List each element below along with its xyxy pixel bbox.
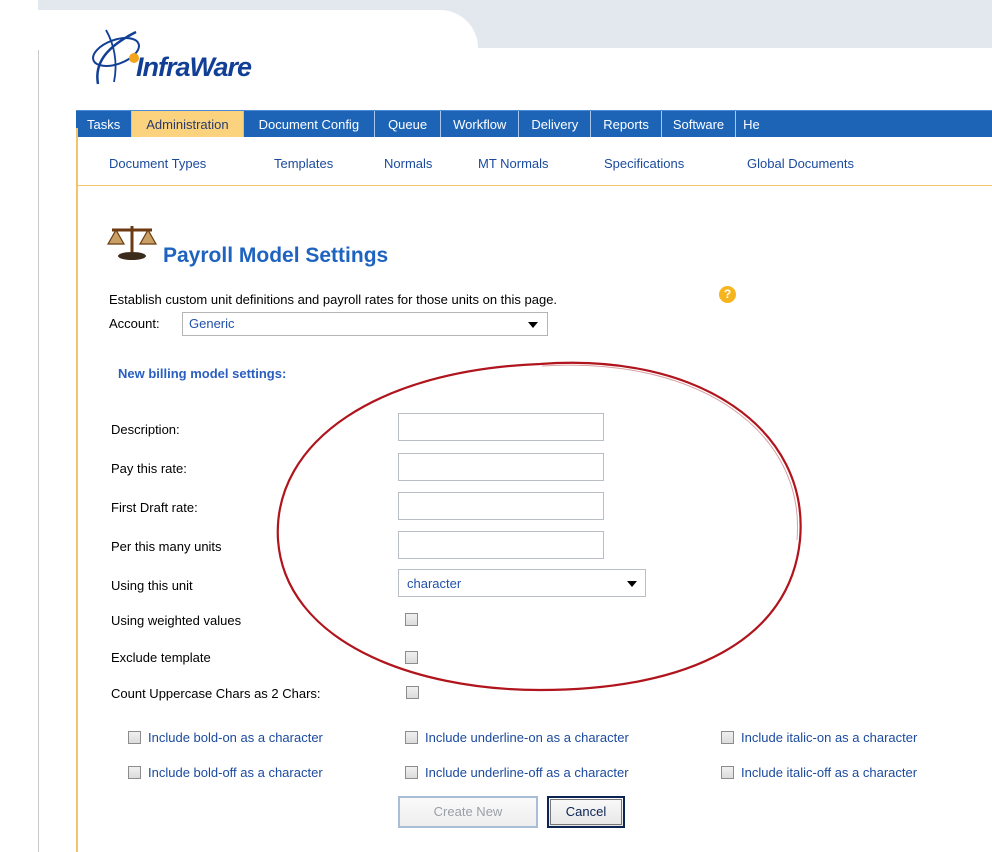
page: InfraWare Tasks Administration Document … [0, 0, 992, 852]
content-border [76, 128, 78, 852]
chevron-down-icon [627, 581, 637, 587]
pay-rate-input[interactable] [398, 453, 604, 481]
main-nav: Tasks Administration Document Config Que… [76, 110, 992, 138]
include-italic-on-label[interactable]: Include italic-on as a character [741, 730, 917, 745]
chevron-down-icon [528, 322, 538, 328]
tab-queue[interactable]: Queue [375, 111, 442, 138]
tab-reports[interactable]: Reports [591, 111, 662, 138]
cancel-button[interactable]: Cancel [547, 796, 625, 828]
pay-rate-label: Pay this rate: [111, 461, 187, 476]
include-underline-on-checkbox[interactable] [405, 731, 418, 744]
section-heading: New billing model settings: [118, 366, 287, 381]
infraware-logo[interactable]: InfraWare [84, 22, 284, 92]
left-rule [38, 50, 39, 852]
exclude-template-label: Exclude template [111, 650, 211, 665]
tab-delivery[interactable]: Delivery [519, 111, 592, 138]
tab-software[interactable]: Software [662, 111, 737, 138]
include-italic-off-checkbox[interactable] [721, 766, 734, 779]
help-question-icon[interactable]: ? [719, 286, 736, 303]
tab-document-config[interactable]: Document Config [244, 111, 376, 138]
first-draft-rate-input[interactable] [398, 492, 604, 520]
page-description: Establish custom unit definitions and pa… [109, 292, 558, 307]
scales-icon [106, 222, 158, 267]
weighted-values-label: Using weighted values [111, 613, 242, 628]
subnav-specifications[interactable]: Specifications [604, 156, 684, 171]
subnav-document-types[interactable]: Document Types [109, 156, 206, 171]
account-select-value: Generic [189, 316, 235, 331]
account-label: Account: [109, 316, 160, 331]
include-bold-off-checkbox[interactable] [128, 766, 141, 779]
unit-select-value: character [407, 576, 462, 591]
logo-text: InfraWare [136, 52, 252, 82]
include-underline-off-checkbox[interactable] [405, 766, 418, 779]
include-bold-off-label[interactable]: Include bold-off as a character [148, 765, 323, 780]
include-underline-on-label[interactable]: Include underline-on as a character [425, 730, 629, 745]
description-input[interactable] [398, 413, 604, 441]
page-title: Payroll Model Settings [163, 244, 389, 267]
include-italic-off-label[interactable]: Include italic-off as a character [741, 765, 917, 780]
include-underline-off-label[interactable]: Include underline-off as a character [425, 765, 629, 780]
include-bold-on-checkbox[interactable] [128, 731, 141, 744]
tab-help[interactable]: He [736, 111, 767, 138]
tab-administration[interactable]: Administration [132, 111, 244, 138]
subnav-templates[interactable]: Templates [274, 156, 333, 171]
exclude-template-checkbox[interactable] [405, 651, 418, 664]
uppercase-chars-label: Count Uppercase Chars as 2 Chars: [111, 686, 321, 701]
sub-nav: Document Types Templates Normals MT Norm… [78, 137, 992, 186]
description-label: Description: [111, 422, 180, 437]
account-select[interactable]: Generic [182, 312, 548, 336]
include-bold-on-label[interactable]: Include bold-on as a character [148, 730, 323, 745]
unit-label: Using this unit [111, 578, 193, 593]
include-italic-on-checkbox[interactable] [721, 731, 734, 744]
subnav-mt-normals[interactable]: MT Normals [478, 156, 549, 171]
subnav-normals[interactable]: Normals [384, 156, 432, 171]
unit-select[interactable]: character [398, 569, 646, 597]
create-new-button[interactable]: Create New [398, 796, 538, 828]
per-units-input[interactable] [398, 531, 604, 559]
subnav-global-documents[interactable]: Global Documents [747, 156, 854, 171]
weighted-values-checkbox[interactable] [405, 613, 418, 626]
tab-tasks[interactable]: Tasks [76, 111, 133, 138]
uppercase-chars-checkbox[interactable] [406, 686, 419, 699]
first-draft-rate-label: First Draft rate: [111, 500, 198, 515]
tab-workflow[interactable]: Workflow [441, 111, 520, 138]
per-units-label: Per this many units [111, 539, 222, 554]
